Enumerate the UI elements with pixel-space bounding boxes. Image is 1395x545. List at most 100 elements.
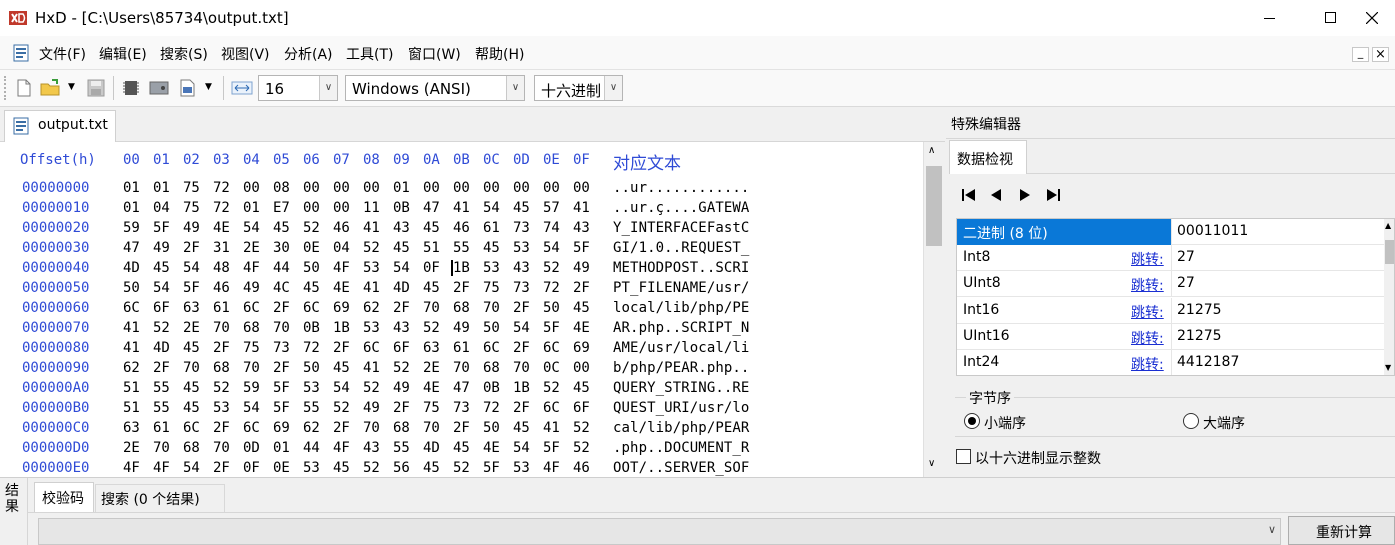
hex-ints-label[interactable]: 以十六进制显示整数 [975, 448, 1101, 468]
data-value[interactable]: 21275 [1177, 328, 1222, 344]
hex-byte[interactable]: 70 [213, 320, 230, 336]
hex-byte[interactable]: 2F [453, 420, 470, 436]
hex-byte[interactable]: 0B [303, 320, 320, 336]
hex-byte[interactable]: 0F [243, 460, 260, 476]
hex-byte[interactable]: 54 [393, 260, 410, 276]
hex-byte[interactable]: 69 [573, 340, 590, 356]
hex-byte[interactable]: 68 [453, 300, 470, 316]
hex-byte[interactable]: 52 [423, 320, 440, 336]
hex-byte[interactable]: 43 [363, 440, 380, 456]
hex-byte[interactable]: 52 [333, 400, 350, 416]
open-dropdown-icon[interactable]: ▼ [68, 82, 75, 92]
hex-byte[interactable]: 69 [333, 300, 350, 316]
hex-byte[interactable]: 54 [543, 240, 560, 256]
hex-byte[interactable]: 55 [153, 380, 170, 396]
menu-edit[interactable]: 编辑(E) [99, 44, 147, 64]
hex-byte[interactable]: 45 [453, 440, 470, 456]
hex-byte[interactable]: 52 [363, 240, 380, 256]
tab-data-inspector[interactable]: 数据检视 [949, 140, 1027, 174]
hex-byte[interactable]: 73 [513, 220, 530, 236]
hex-byte[interactable]: 6F [393, 340, 410, 356]
hex-byte[interactable]: 6C [483, 340, 500, 356]
hex-byte[interactable]: 68 [393, 420, 410, 436]
hex-byte[interactable]: 70 [243, 360, 260, 376]
last-record-icon[interactable] [1045, 187, 1061, 207]
hex-byte[interactable]: 47 [423, 200, 440, 216]
row-text[interactable]: AME/usr/local/li [613, 340, 749, 356]
jump-link[interactable]: 跳转: [1131, 249, 1164, 269]
hex-byte[interactable]: 6C [243, 420, 260, 436]
disk-icon[interactable] [148, 78, 169, 98]
hex-byte[interactable]: 5F [273, 400, 290, 416]
hex-byte[interactable]: 6F [153, 300, 170, 316]
hex-byte[interactable]: 4E [483, 440, 500, 456]
hex-byte[interactable]: 45 [573, 380, 590, 396]
hex-byte[interactable]: 43 [573, 220, 590, 236]
hex-byte[interactable]: 73 [513, 280, 530, 296]
data-value[interactable]: 4412187 [1177, 354, 1239, 370]
hex-byte[interactable]: 49 [363, 400, 380, 416]
hex-byte[interactable]: 6C [543, 340, 560, 356]
hex-byte[interactable]: 53 [303, 380, 320, 396]
hex-byte[interactable]: 45 [183, 380, 200, 396]
little-endian-label[interactable]: 小端序 [984, 413, 1026, 433]
hex-byte[interactable]: 2E [123, 440, 140, 456]
hex-byte[interactable]: 51 [423, 240, 440, 256]
hex-byte[interactable]: 46 [573, 460, 590, 476]
tab-search-results[interactable]: 搜索 (0 个结果) [95, 484, 225, 512]
hex-byte[interactable]: 51 [123, 400, 140, 416]
hex-byte[interactable]: 5F [543, 440, 560, 456]
hex-byte[interactable]: 41 [573, 200, 590, 216]
view-dropdown-icon[interactable]: ▼ [205, 82, 212, 92]
hex-byte[interactable]: 2F [453, 280, 470, 296]
hex-byte[interactable]: 41 [453, 200, 470, 216]
hex-byte[interactable]: 41 [123, 340, 140, 356]
data-inspector-row[interactable]: UInt8 跳转: 27 [957, 271, 1384, 298]
row-text[interactable]: cal/lib/php/PEAR [613, 420, 749, 436]
hex-byte[interactable]: 4E [213, 220, 230, 236]
close-button[interactable] [1353, 0, 1395, 36]
hex-byte[interactable]: 46 [333, 220, 350, 236]
hex-byte[interactable]: 30 [273, 240, 290, 256]
hex-byte[interactable]: 2F [183, 240, 200, 256]
row-text[interactable]: QUERY_STRING..RE [613, 380, 749, 396]
hex-byte[interactable]: 0E [303, 240, 320, 256]
hex-scrollbar-thumb[interactable] [926, 166, 942, 246]
bytes-per-row-select[interactable]: 16 ∨ [258, 75, 338, 101]
hex-byte[interactable]: 45 [183, 400, 200, 416]
hex-byte[interactable]: 52 [573, 420, 590, 436]
menu-search[interactable]: 搜索(S) [160, 44, 208, 64]
hex-byte[interactable]: 55 [453, 240, 470, 256]
hex-byte[interactable]: 4E [423, 380, 440, 396]
hex-byte[interactable]: 70 [363, 420, 380, 436]
hex-byte[interactable]: 61 [453, 340, 470, 356]
hex-byte[interactable]: 46 [213, 280, 230, 296]
hex-byte[interactable]: 54 [243, 400, 260, 416]
hex-byte[interactable]: 2F [573, 280, 590, 296]
hex-byte[interactable]: 5F [183, 280, 200, 296]
hex-byte[interactable]: 57 [543, 200, 560, 216]
hex-byte[interactable]: 53 [513, 460, 530, 476]
scroll-up-icon[interactable]: ∧ [928, 145, 935, 156]
hex-byte[interactable]: 4F [333, 260, 350, 276]
hex-byte[interactable]: 50 [483, 320, 500, 336]
row-text[interactable]: b/php/PEAR.php.. [613, 360, 749, 376]
data-value[interactable]: 21275 [1177, 302, 1222, 318]
hex-byte[interactable]: 2F [213, 420, 230, 436]
hex-byte[interactable]: 11 [363, 200, 380, 216]
hex-byte[interactable]: 2F [213, 340, 230, 356]
hex-byte[interactable]: 2E [183, 320, 200, 336]
hex-byte[interactable]: 52 [573, 440, 590, 456]
hex-byte[interactable]: 75 [183, 180, 200, 196]
hex-byte[interactable]: 70 [183, 360, 200, 376]
hex-byte[interactable]: 45 [573, 300, 590, 316]
hex-byte[interactable]: 68 [243, 320, 260, 336]
hex-byte[interactable]: 54 [183, 260, 200, 276]
scroll-down-icon[interactable]: ∨ [928, 458, 935, 469]
hex-byte[interactable]: 49 [243, 280, 260, 296]
little-endian-radio[interactable] [964, 413, 980, 429]
data-inspector-row[interactable]: Int24 跳转: 4412187 [957, 350, 1384, 375]
new-file-icon[interactable] [14, 78, 34, 98]
jump-link[interactable]: 跳转: [1131, 328, 1164, 348]
offset-base-select[interactable]: 十六进制 ∨ [534, 75, 623, 101]
